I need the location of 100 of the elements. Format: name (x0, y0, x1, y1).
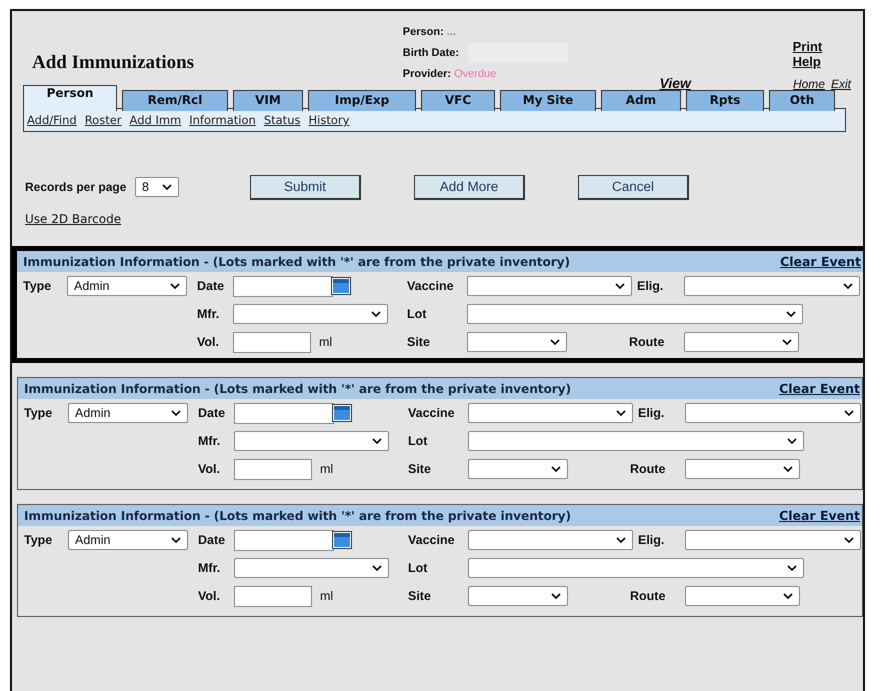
lot-dropdown[interactable] (467, 304, 803, 324)
chevron-icon (170, 283, 180, 289)
panel-title: Immunization Information - (Lots marked with '*' are from the private inventory) (24, 508, 571, 522)
chevron-icon (371, 311, 381, 317)
date-label: Date (198, 406, 226, 420)
calendar-icon[interactable] (332, 404, 352, 422)
chevron-icon (171, 410, 181, 416)
chevron-icon (615, 283, 625, 289)
subnav-link[interactable]: Roster (84, 113, 122, 127)
home-link[interactable]: Home (792, 77, 825, 91)
vaccine-label: Vaccine (408, 533, 456, 547)
chevron-icon (783, 466, 793, 472)
form-button[interactable]: Submit (250, 174, 361, 200)
site-label: Site (408, 462, 432, 476)
route-dropdown[interactable] (684, 332, 799, 352)
manufacturer-dropdown[interactable] (234, 431, 389, 451)
chevron-icon (551, 466, 561, 472)
manufacturer-dropdown[interactable] (233, 304, 388, 324)
route-dropdown[interactable] (685, 459, 800, 479)
nav-tab[interactable]: My Site (500, 90, 596, 111)
chevron-icon (783, 593, 793, 599)
subnav-link[interactable]: Add Imm (130, 113, 182, 127)
chevron-icon (844, 537, 854, 543)
route-label: Route (629, 335, 666, 349)
nav-tab[interactable]: Imp/Exp (308, 90, 416, 111)
date-field[interactable] (234, 530, 334, 550)
chevron-icon (616, 410, 626, 416)
clear-event-link[interactable]: Clear Event (779, 508, 860, 523)
print-help-link[interactable]: Print Help (792, 39, 851, 69)
calendar-icon[interactable] (332, 531, 352, 549)
date-field[interactable] (234, 402, 334, 424)
eligibility-label: Elig. (638, 533, 666, 547)
lot-label: Lot (408, 434, 428, 448)
manufacturer-label: Mfr. (198, 434, 222, 448)
chevron-icon (372, 438, 382, 444)
exit-link[interactable]: Exit (830, 77, 851, 91)
chevron-icon (786, 311, 796, 317)
nav-tab[interactable]: Adm (601, 90, 681, 111)
site-dropdown[interactable] (468, 459, 568, 479)
eligibility-dropdown[interactable] (685, 530, 861, 550)
nav-tab[interactable]: VIM (233, 90, 303, 111)
provider-label: Provider: (402, 68, 452, 80)
volume-field[interactable] (234, 458, 312, 480)
route-dropdown[interactable] (685, 586, 800, 606)
volume-field[interactable] (233, 332, 311, 352)
subnav-link[interactable]: History (308, 113, 350, 127)
nav-tab[interactable]: Person (23, 85, 117, 111)
subnav-link[interactable]: Add/Find (27, 113, 77, 127)
chevron-icon (372, 565, 382, 571)
form-button[interactable]: Cancel (578, 174, 689, 200)
date-field[interactable] (233, 276, 333, 296)
clear-event-link[interactable]: Clear Event (779, 381, 860, 396)
chevron-icon (843, 283, 853, 289)
eligibility-dropdown[interactable] (684, 276, 860, 296)
subnav-link[interactable]: Information (189, 113, 256, 127)
vaccine-dropdown[interactable] (468, 403, 633, 423)
site-label: Site (408, 589, 432, 603)
volume-label: Vol. (197, 335, 220, 349)
eligibility-label: Elig. (637, 279, 664, 293)
vaccine-dropdown[interactable] (468, 530, 633, 550)
birth-date-label: Birth Date: (402, 46, 460, 58)
records-per-page-label: Records per page (25, 180, 128, 194)
nav-tab[interactable]: Oth (769, 90, 835, 111)
manufacturer-label: Mfr. (197, 307, 220, 321)
subnav-link[interactable]: Status (264, 113, 300, 127)
chevron-icon (162, 184, 172, 190)
calendar-icon[interactable] (331, 277, 351, 295)
volume-field[interactable] (234, 586, 312, 606)
type-label: Type (23, 279, 52, 293)
route-label: Route (630, 462, 666, 476)
eligibility-dropdown[interactable] (685, 403, 861, 423)
vaccine-dropdown[interactable] (467, 276, 632, 296)
nav-tab[interactable]: Rem/Rcl (122, 90, 228, 111)
type-dropdown[interactable]: Admin (68, 530, 188, 550)
provider-value: Overdue (454, 68, 496, 80)
barcode-link[interactable]: Use 2D Barcode (25, 212, 155, 226)
nav-tab[interactable]: VFC (421, 90, 495, 111)
lot-label: Lot (408, 561, 428, 575)
form-button[interactable]: Add More (414, 174, 525, 200)
unit-label: ml (319, 335, 332, 349)
chevron-icon (551, 593, 561, 599)
vaccine-label: Vaccine (407, 279, 455, 293)
lot-dropdown[interactable] (468, 558, 804, 578)
chevron-icon (782, 339, 792, 345)
records-dropdown[interactable]: 8 (135, 177, 179, 197)
route-label: Route (630, 589, 666, 603)
panel-title: Immunization Information - (Lots marked with '*' are from the private inventory) (24, 382, 571, 396)
view-link[interactable]: View (660, 75, 793, 91)
eligibility-label: Elig. (638, 406, 666, 420)
clear-event-link[interactable]: Clear Event (780, 254, 861, 269)
manufacturer-dropdown[interactable] (234, 558, 389, 578)
chevron-icon (787, 565, 797, 571)
lot-dropdown[interactable] (468, 431, 804, 451)
site-dropdown[interactable] (467, 332, 567, 352)
chevron-icon (787, 438, 797, 444)
site-dropdown[interactable] (468, 586, 568, 606)
type-dropdown[interactable]: Admin (67, 276, 187, 296)
nav-tab[interactable]: Rpts (686, 90, 764, 111)
unit-label: ml (320, 462, 334, 476)
type-dropdown[interactable]: Admin (68, 403, 188, 423)
